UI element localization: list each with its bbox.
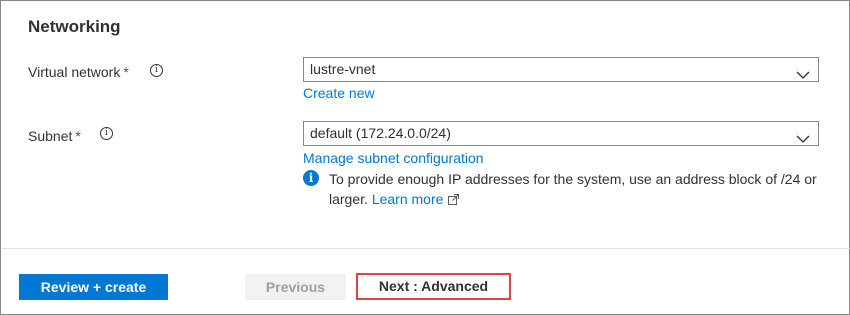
review-create-button[interactable]: Review + create (19, 274, 168, 300)
info-filled-icon: i (303, 170, 319, 186)
external-link-icon (448, 190, 460, 210)
create-new-link[interactable]: Create new (303, 85, 375, 101)
info-icon[interactable]: i (150, 64, 163, 77)
virtual-network-select[interactable]: lustre-vnet (303, 57, 819, 82)
learn-more-link[interactable]: Learn more (372, 191, 460, 207)
chevron-down-icon (796, 64, 810, 87)
required-marker: * (75, 128, 81, 144)
subnet-label-text: Subnet (28, 128, 73, 144)
virtual-network-label-text: Virtual network (28, 64, 121, 80)
next-advanced-button[interactable]: Next : Advanced (356, 273, 511, 300)
virtual-network-label: Virtual network * (28, 64, 129, 80)
chevron-down-icon (796, 128, 810, 151)
networking-panel: Networking Virtual network * i lustre-vne… (0, 0, 850, 315)
subnet-value: default (172.24.0.0/24) (310, 125, 451, 141)
previous-button[interactable]: Previous (245, 274, 346, 300)
footer-divider (2, 248, 850, 249)
virtual-network-value: lustre-vnet (310, 61, 376, 77)
manage-subnet-link[interactable]: Manage subnet configuration (303, 150, 484, 166)
required-marker: * (123, 64, 129, 80)
note-text-block: To provide enough IP addresses for the s… (329, 169, 823, 210)
info-icon[interactable]: i (100, 127, 113, 140)
learn-more-label: Learn more (371, 191, 444, 207)
subnet-label: Subnet * (28, 128, 81, 144)
subnet-select[interactable]: default (172.24.0.0/24) (303, 121, 819, 146)
section-title: Networking (28, 17, 121, 36)
